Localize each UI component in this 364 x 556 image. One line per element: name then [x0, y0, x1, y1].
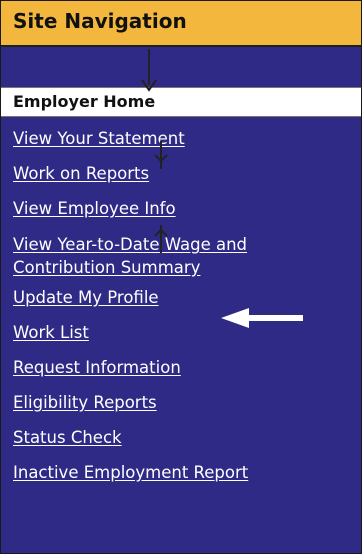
site-navigation-title: Site Navigation [13, 9, 187, 33]
nav-view-year-to-date-wage-contribution-summary[interactable]: View Year-to-Date Wage and Contribution … [13, 233, 353, 279]
employer-home-bar[interactable]: Employer Home [1, 87, 361, 117]
nav-inactive-employment-report[interactable]: Inactive Employment Report [13, 462, 353, 483]
nav-view-your-statement[interactable]: View Your Statement [13, 128, 353, 149]
employer-home-label: Employer Home [13, 92, 156, 111]
site-navigation-panel: Site Navigation Employer Home View Your … [0, 0, 362, 554]
site-navigation-header: Site Navigation [1, 1, 361, 47]
nav-view-employee-info[interactable]: View Employee Info [13, 198, 353, 219]
nav-eligibility-reports[interactable]: Eligibility Reports [13, 392, 353, 413]
nav-update-my-profile[interactable]: Update My Profile [13, 287, 353, 308]
nav-work-list[interactable]: Work List [13, 322, 353, 343]
site-navigation-links: View Your Statement Work on Reports View… [13, 128, 353, 497]
nav-status-check[interactable]: Status Check [13, 427, 353, 448]
nav-request-information[interactable]: Request Information [13, 357, 353, 378]
nav-work-on-reports[interactable]: Work on Reports [13, 163, 353, 184]
